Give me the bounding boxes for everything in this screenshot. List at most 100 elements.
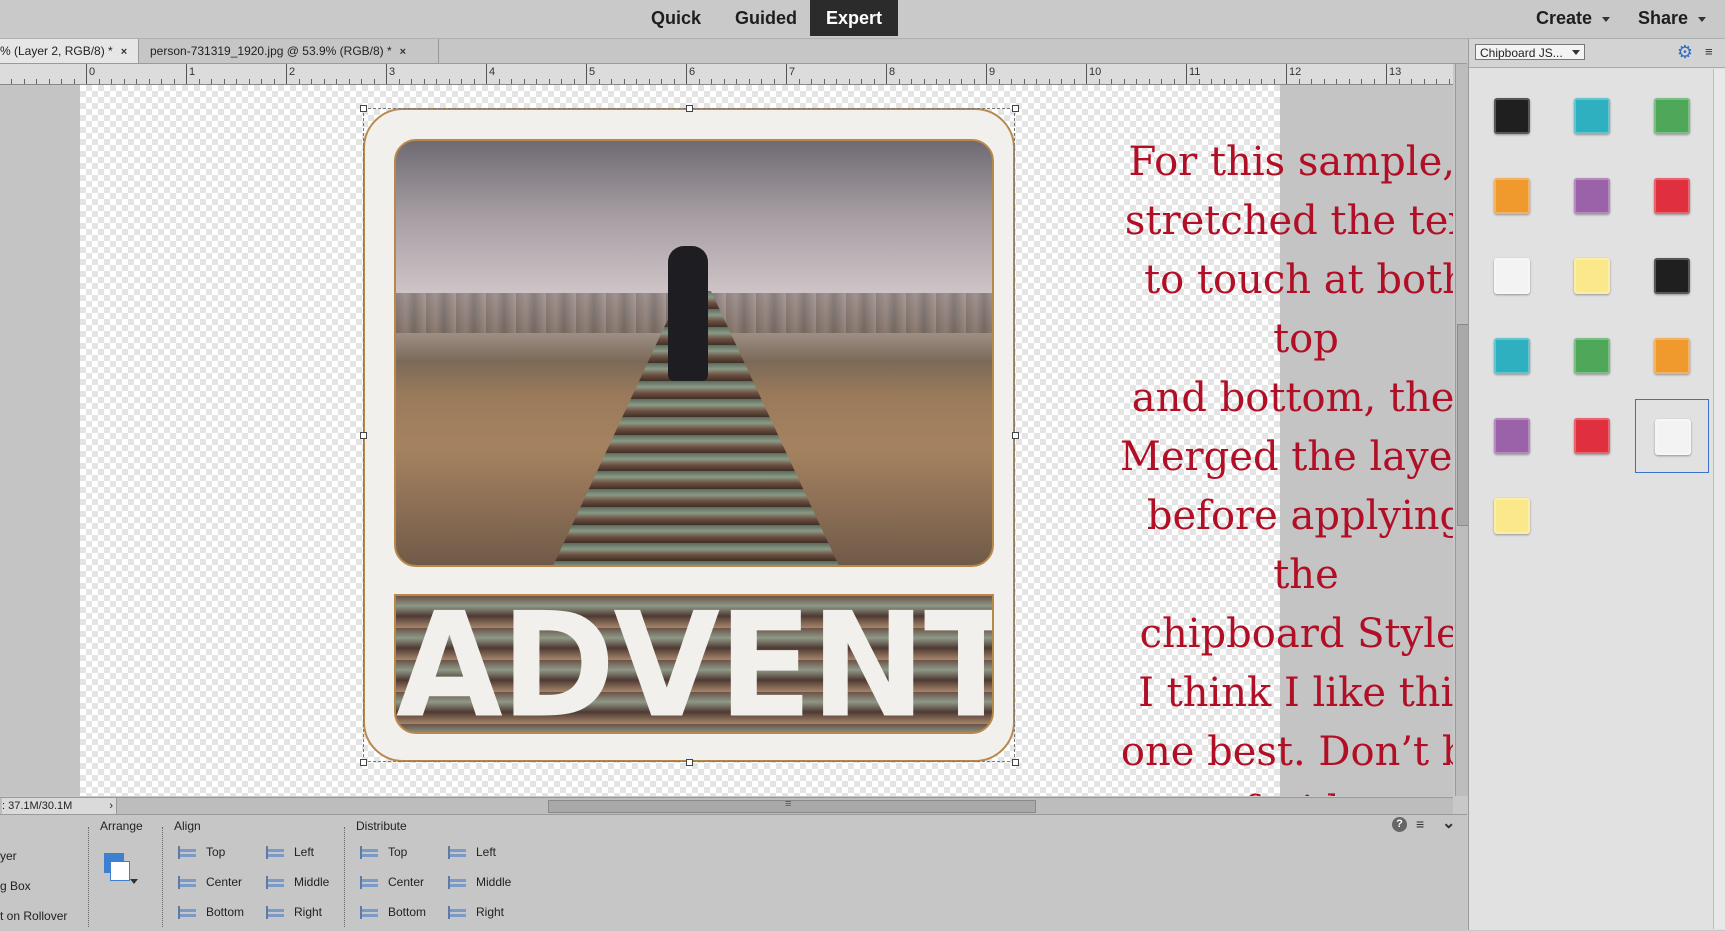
transform-handle[interactable] [1012,432,1019,439]
horizontal-scroll-thumb[interactable]: ≡ [548,798,1036,813]
arrange-icon[interactable] [100,853,138,887]
align-center-button[interactable]: Center [178,875,242,890]
distribute-center-button[interactable]: Center [360,875,424,890]
document-size-status[interactable]: : 37.1M/30.1M › [2,798,117,814]
option-layer[interactable]: yer [0,849,17,863]
transform-handle[interactable] [1012,105,1019,112]
transform-handle[interactable] [686,759,693,766]
ruler-minor-tick [361,79,362,84]
ruler-minor-tick [1148,79,1150,84]
ruler-minor-tick [523,79,525,84]
ruler-minor-tick [536,79,537,84]
align-left-button[interactable]: Left [266,845,314,860]
ruler-label: 8 [889,66,896,78]
mode-guided-button[interactable]: Guided [722,0,810,36]
ruler-label: 7 [789,66,796,78]
transform-handle[interactable] [360,105,367,112]
options-menu-icon[interactable]: ≡ [1416,816,1424,832]
align-top-button[interactable]: Top [178,845,225,860]
mode-quick-button[interactable]: Quick [640,0,712,36]
share-label: Share [1638,8,1689,28]
style-swatch-cell[interactable] [1555,399,1629,473]
distribute-left-button[interactable]: Left [448,845,496,860]
tool-options-bar: yer g Box t on Rollover Arrange Align To… [0,814,1467,931]
distribute-middle-button[interactable]: Middle [448,875,511,890]
sample-note-text: For this sample, I stretched the text to… [1119,139,1453,796]
style-swatch-cell[interactable] [1635,159,1709,233]
panel-scrollbar[interactable] [1713,69,1725,929]
style-swatch-cell[interactable] [1555,319,1629,393]
gear-icon[interactable]: ⚙ [1676,43,1694,61]
option-rollover[interactable]: t on Rollover [0,909,67,923]
ruler-minor-tick [836,79,837,84]
top-mode-bar: Quick Guided Expert Create Share [0,0,1725,39]
style-swatch-cell[interactable] [1475,399,1549,473]
style-swatch-cell[interactable] [1635,239,1709,313]
transform-handle[interactable] [1012,759,1019,766]
chipboard-swatch [1574,98,1610,134]
distribute-top-button[interactable]: Top [360,845,407,860]
ruler-major-tick [86,64,87,84]
ruler-minor-tick [1273,79,1275,84]
style-swatch-cell[interactable] [1475,79,1549,153]
style-swatch-cell[interactable] [1475,479,1549,553]
document-tab-2-label: person-731319_1920.jpg @ 53.9% (RGB/8) * [150,44,392,58]
align-bottom-button[interactable]: Bottom [178,905,245,920]
align-right-button[interactable]: Right [266,905,322,920]
status-bar: : 37.1M/30.1M › ≡ [0,797,1453,814]
style-swatch-cell[interactable] [1635,79,1709,153]
style-swatch-cell[interactable] [1555,159,1629,233]
close-icon[interactable]: × [400,40,406,63]
align-bottom-label: Bottom [206,905,245,919]
share-button[interactable]: Share [1638,0,1707,36]
collapse-chevron-icon[interactable]: ⌄ [1442,813,1455,833]
document-tab-2[interactable]: person-731319_1920.jpg @ 53.9% (RGB/8) *… [140,39,439,63]
panel-menu-icon[interactable]: ≡ [1705,44,1721,60]
distribute-right-button[interactable]: Right [448,905,504,920]
transform-handle[interactable] [360,759,367,766]
help-icon[interactable]: ? [1392,817,1407,832]
ruler-minor-tick [423,79,425,84]
ruler-label: 9 [989,66,996,78]
ruler-minor-tick [448,79,450,84]
chipboard-swatch [1654,258,1690,294]
ruler-minor-tick [98,79,100,84]
ruler-minor-tick [1211,79,1212,84]
ruler-minor-tick [1048,79,1050,84]
style-swatch-cell[interactable] [1475,239,1549,313]
ruler-minor-tick [911,79,912,84]
style-swatch-cell[interactable] [1475,159,1549,233]
ruler-major-tick [1386,64,1387,84]
selection-bounding-box[interactable] [363,108,1015,762]
style-swatch-cell[interactable] [1475,319,1549,393]
style-swatch-cell[interactable] [1635,399,1709,473]
style-swatch-cell[interactable] [1635,319,1709,393]
ruler-major-tick [286,64,287,84]
style-library-dropdown[interactable]: Chipboard JS... [1475,44,1585,60]
align-middle-button[interactable]: Middle [266,875,330,890]
document-tab-1[interactable]: % (Layer 2, RGB/8) * × [0,39,139,63]
transform-handle[interactable] [686,105,693,112]
align-middle-label: Middle [294,875,330,889]
document-canvas[interactable]: ADVENTURE For this sample, I stretched t… [80,85,1453,796]
create-button[interactable]: Create [1536,0,1611,36]
canvas-area[interactable]: ADVENTURE For this sample, I stretched t… [0,85,1453,796]
ruler-minor-tick [923,79,925,84]
option-bounding-box[interactable]: g Box [0,879,31,893]
ruler-minor-tick [1323,79,1325,84]
vertical-scrollbar[interactable] [1455,64,1469,796]
style-swatch-cell[interactable] [1555,239,1629,313]
mode-expert-button[interactable]: Expert [810,0,898,36]
grip-icon: ≡ [785,798,792,810]
distribute-bottom-button[interactable]: Bottom [360,905,426,920]
chipboard-swatch [1654,178,1690,214]
ruler-minor-tick [1436,79,1437,84]
ruler-minor-tick [623,79,625,84]
document-tab-bar: % (Layer 2, RGB/8) * × person-731319_1920… [0,39,1467,64]
ruler-minor-tick [1198,79,1200,84]
horizontal-ruler: 0 1 2 3 4 5 6 7 8 9 10 11 12 13 [0,64,1453,85]
transform-handle[interactable] [360,432,367,439]
close-icon[interactable]: × [121,40,127,63]
style-swatch-cell[interactable] [1555,79,1629,153]
status-arrow-icon[interactable]: › [109,798,113,814]
